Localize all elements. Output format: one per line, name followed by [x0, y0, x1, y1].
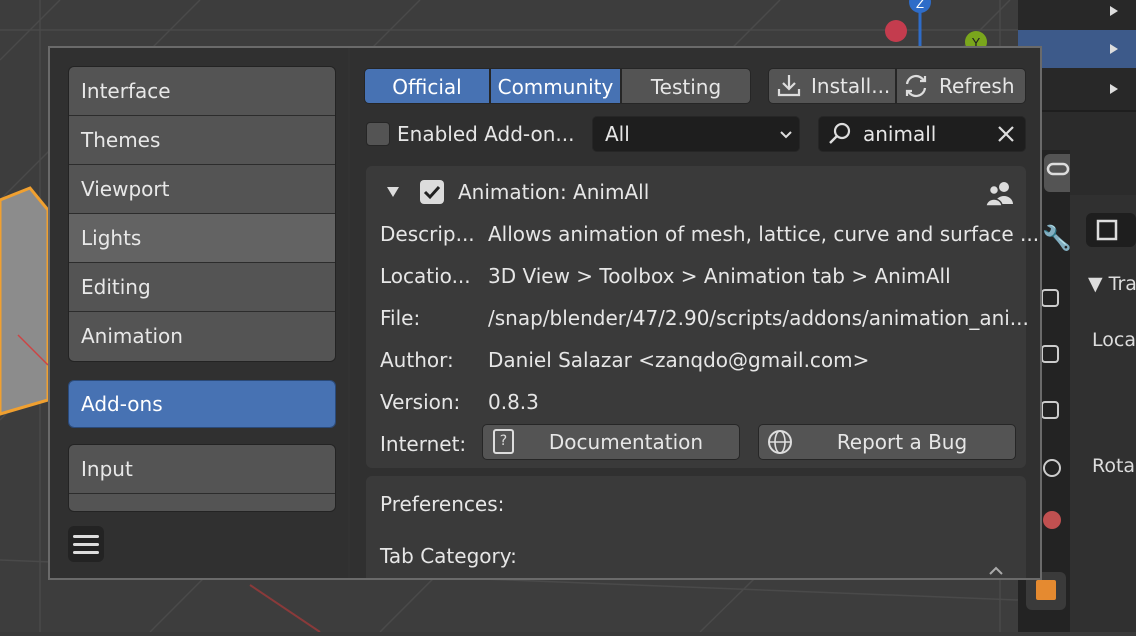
category-value: All — [605, 122, 630, 146]
view-layer-icon — [1041, 401, 1059, 419]
nav-item-editing[interactable]: Editing — [69, 263, 335, 312]
tab-official[interactable]: Official — [364, 68, 490, 104]
addon-enabled-checkbox[interactable] — [420, 180, 444, 204]
nav-item-partial[interactable] — [69, 494, 335, 511]
file-label: File: — [380, 306, 421, 330]
documentation-label: Documentation — [548, 430, 704, 454]
nav-group: Add-ons — [68, 380, 336, 428]
refresh-button[interactable]: Refresh — [896, 68, 1026, 104]
collapse-arrow-icon: ▼ — [1088, 273, 1103, 295]
internet-label: Internet: — [380, 432, 467, 456]
preferences-window: Interface Themes Viewport Lights Editing… — [48, 46, 1042, 580]
preferences-sidebar: Interface Themes Viewport Lights Editing… — [50, 48, 348, 578]
version-value: 0.8.3 — [488, 390, 539, 414]
properties-main: ▼ Tra Loca Rota — [1070, 195, 1136, 632]
nav-item-viewport[interactable]: Viewport — [69, 165, 335, 214]
report-bug-button[interactable]: Report a Bug — [758, 424, 1016, 460]
nav-group: Interface Themes Viewport Lights Editing… — [68, 66, 336, 362]
documentation-button[interactable]: ? Documentation — [482, 424, 740, 460]
chevron-down-icon — [780, 131, 792, 139]
nav-item-interface[interactable]: Interface — [69, 67, 335, 116]
menu-icon[interactable] — [68, 526, 104, 562]
chevron-up-icon[interactable] — [988, 566, 1004, 576]
search-value: animall — [863, 122, 937, 146]
transform-panel-label[interactable]: ▼ Tra — [1088, 273, 1136, 295]
collapse-arrow-icon[interactable] — [386, 186, 400, 198]
nav-item-add-ons[interactable]: Add-ons — [69, 381, 335, 427]
download-icon — [777, 75, 801, 97]
nav-item-input[interactable]: Input — [69, 445, 335, 494]
addon-title: Animation: AnimAll — [458, 180, 650, 204]
scene-icon — [1043, 459, 1061, 477]
category-dropdown[interactable]: All — [592, 116, 800, 152]
location-label: Loca — [1092, 329, 1136, 351]
nav-item-lights[interactable]: Lights — [69, 214, 335, 263]
checkmark-icon — [423, 185, 441, 200]
output-icon — [1041, 345, 1059, 363]
expand-arrow-icon[interactable] — [1110, 84, 1118, 94]
tab-category-label: Tab Category: — [380, 544, 517, 568]
search-icon — [829, 122, 851, 144]
tab-community[interactable]: Community — [490, 68, 621, 104]
rotation-label: Rota — [1092, 455, 1136, 477]
addon-panel: Animation: AnimAll Descrip... Allows ani… — [366, 166, 1039, 468]
addons-panel: Official Community Testing Install... Re… — [350, 48, 1040, 578]
nav-item-themes[interactable]: Themes — [69, 116, 335, 165]
search-input[interactable]: animall — [818, 116, 1026, 152]
gizmo-x-icon — [885, 20, 907, 42]
author-value: Daniel Salazar <zanqdo@gmail.com> — [488, 348, 870, 372]
report-bug-label: Report a Bug — [836, 430, 968, 454]
addon-preferences-panel: Preferences: Tab Category: — [366, 476, 1026, 578]
install-button[interactable]: Install... — [768, 68, 896, 104]
render-icon — [1041, 289, 1059, 307]
preferences-heading: Preferences: — [380, 492, 505, 516]
close-icon[interactable] — [997, 125, 1015, 143]
tool-icon: 🔧 — [1042, 223, 1070, 252]
expand-arrow-icon[interactable] — [1110, 6, 1118, 16]
expand-arrow-icon[interactable] — [1110, 44, 1118, 54]
file-value: /snap/blender/47/2.90/scripts/addons/ani… — [488, 306, 1029, 330]
community-users-icon — [985, 182, 1013, 207]
object-icon — [1036, 580, 1056, 600]
description-label: Descrip... — [380, 222, 475, 246]
world-icon — [1043, 511, 1061, 529]
location-value: 3D View > Toolbox > Animation tab > Anim… — [488, 264, 951, 288]
enabled-filter-checkbox[interactable] — [366, 122, 390, 146]
refresh-label: Refresh — [939, 74, 1015, 98]
svg-text:Z: Z — [916, 0, 924, 11]
location-label: Locatio... — [380, 264, 471, 288]
nav-item-animation[interactable]: Animation — [69, 312, 335, 361]
nav-group: Input — [68, 444, 336, 512]
tab-testing[interactable]: Testing — [621, 68, 751, 104]
author-label: Author: — [380, 348, 454, 372]
enabled-filter-label: Enabled Add-on... — [397, 122, 575, 146]
description-value: Allows animation of mesh, lattice, curve… — [488, 222, 1040, 246]
version-label: Version: — [380, 390, 461, 414]
refresh-icon — [905, 74, 927, 98]
install-label: Install... — [811, 74, 891, 98]
